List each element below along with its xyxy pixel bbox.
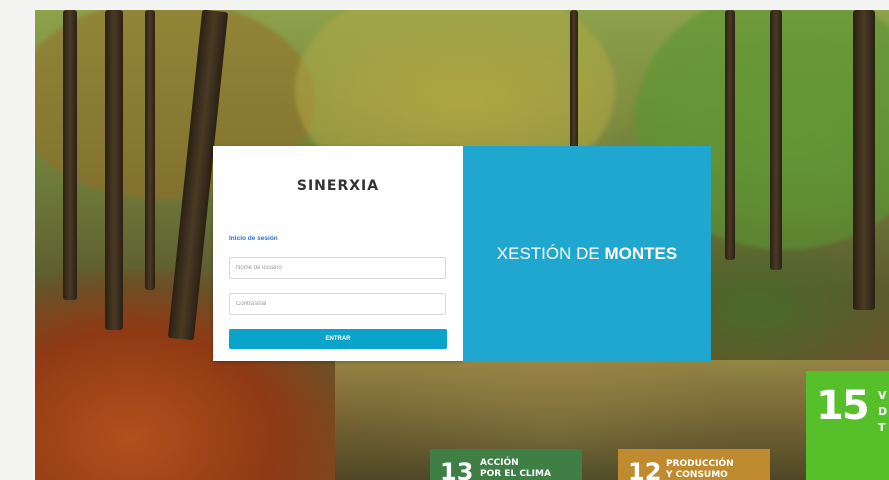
sdg-text: V D T — [878, 388, 887, 436]
tree-trunk — [770, 10, 782, 270]
sdg-number: 13 — [440, 458, 474, 480]
hero-title-light: XESTIÓN DE — [496, 244, 605, 263]
sdg-text-line: V — [878, 389, 887, 402]
hero-title-bold: MONTES — [604, 244, 678, 263]
sdg-text: PRODUCCIÓN Y CONSUMO — [666, 459, 734, 480]
password-input[interactable] — [229, 293, 446, 315]
sdg-badge-life-on-land: 15 V D T — [806, 371, 889, 480]
sdg-number: 12 — [628, 458, 662, 480]
sdg-text-line: T — [878, 421, 886, 434]
sdg-badge-responsible-consumption: 12 PRODUCCIÓN Y CONSUMO — [618, 449, 770, 480]
sdg-badge-climate-action: 13 ACCIÓN POR EL CLIMA — [430, 449, 582, 480]
sdg-number: 15 — [816, 383, 870, 429]
sdg-text-line: D — [878, 405, 888, 418]
sdg-text-line: Y CONSUMO — [666, 470, 728, 480]
hero-title: XESTIÓN DE MONTES — [463, 244, 711, 264]
login-heading: Inicio de sesión — [229, 235, 278, 242]
tree-trunk — [145, 10, 155, 290]
login-button[interactable]: ENTRAR — [229, 329, 447, 349]
tree-trunk — [63, 10, 77, 300]
login-card: SINERXIA Inicio de sesión ENTRAR — [213, 146, 463, 361]
sdg-text-line: POR EL CLIMA — [480, 469, 551, 479]
username-input[interactable] — [229, 257, 446, 279]
tree-trunk — [570, 10, 578, 150]
brand-logo: SINERXIA — [296, 178, 380, 194]
hero-panel: XESTIÓN DE MONTES — [463, 146, 711, 361]
tree-trunk — [853, 10, 875, 310]
sdg-text-line: ACCIÓN — [480, 458, 519, 468]
tree-trunk — [105, 10, 123, 330]
sdg-text: ACCIÓN POR EL CLIMA — [480, 458, 551, 480]
sdg-text-line: PRODUCCIÓN — [666, 459, 734, 469]
tree-trunk — [725, 10, 735, 260]
